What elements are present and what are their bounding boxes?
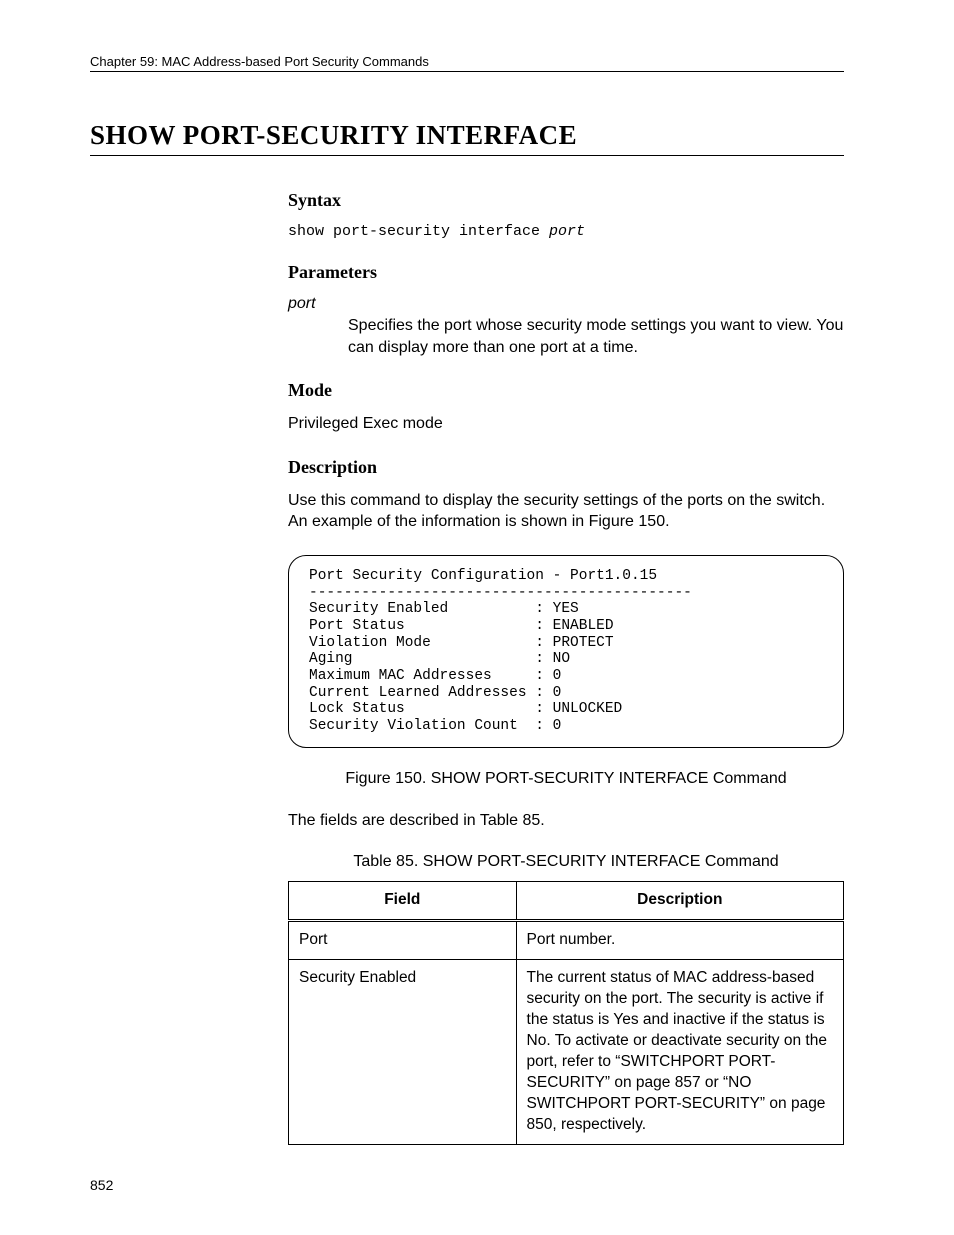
param-name: port: [288, 295, 844, 313]
param-description: Specifies the port whose security mode s…: [348, 315, 844, 358]
chapter-header: Chapter 59: MAC Address-based Port Secur…: [90, 54, 844, 69]
mode-heading: Mode: [288, 380, 844, 401]
syntax-line: show port-security interface port: [288, 223, 844, 240]
th-description: Description: [516, 882, 843, 921]
figure-caption: Figure 150. SHOW PORT-SECURITY INTERFACE…: [288, 770, 844, 788]
syntax-heading: Syntax: [288, 190, 844, 211]
title-rule: [90, 155, 844, 156]
field-table: Field Description Port Port number. Secu…: [288, 881, 844, 1144]
parameters-heading: Parameters: [288, 262, 844, 283]
table-caption: Table 85. SHOW PORT-SECURITY INTERFACE C…: [288, 853, 844, 871]
description-text: Use this command to display the security…: [288, 490, 844, 533]
th-field: Field: [289, 882, 517, 921]
mode-text: Privileged Exec mode: [288, 413, 844, 435]
td-description: Port number.: [516, 921, 843, 960]
output-box: Port Security Configuration - Port1.0.15…: [288, 555, 844, 748]
table-row: Security Enabled The current status of M…: [289, 960, 844, 1144]
syntax-command: show port-security interface: [288, 223, 549, 240]
table-header-row: Field Description: [289, 882, 844, 921]
chapter-rule: [90, 71, 844, 72]
description-heading: Description: [288, 457, 844, 478]
page-title: SHOW PORT-SECURITY INTERFACE: [90, 120, 844, 151]
td-field: Port: [289, 921, 517, 960]
syntax-arg: port: [549, 223, 585, 240]
after-figure-text: The fields are described in Table 85.: [288, 810, 844, 832]
td-description: The current status of MAC address-based …: [516, 960, 843, 1144]
table-row: Port Port number.: [289, 921, 844, 960]
page-number: 852: [90, 1177, 113, 1193]
td-field: Security Enabled: [289, 960, 517, 1144]
